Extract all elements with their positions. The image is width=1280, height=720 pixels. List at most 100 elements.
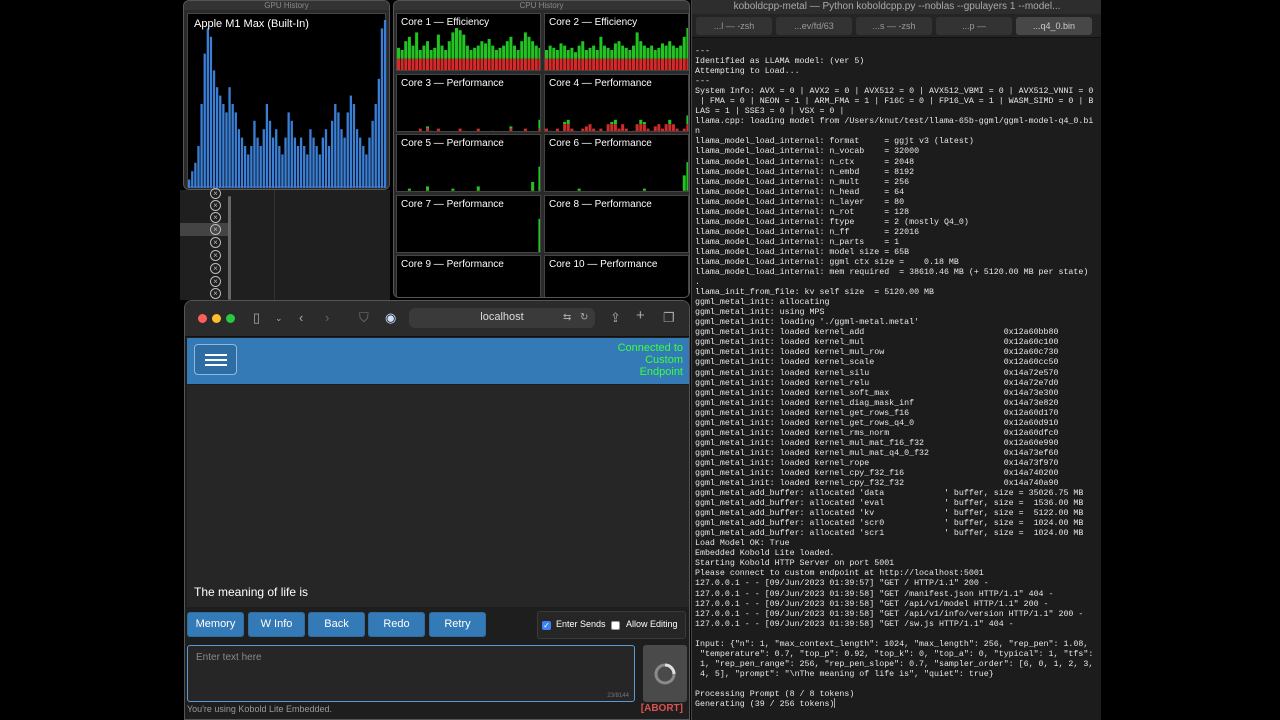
- gpu-usage-bar: [231, 104, 234, 188]
- zoom-window-button[interactable]: [226, 314, 235, 323]
- extension-icon[interactable]: ◉: [385, 310, 396, 326]
- world-info-button[interactable]: W Info: [248, 612, 305, 637]
- prompt-input[interactable]: [196, 652, 616, 696]
- terminal-line: ggml_metal_init: loaded kernel_relu 0x14…: [695, 378, 1059, 388]
- back-nav-icon[interactable]: ‹: [299, 310, 303, 326]
- cpu-system-bar: [570, 128, 574, 131]
- story-area[interactable]: The meaning of life is: [187, 385, 689, 607]
- terminal-output[interactable]: --- Identified as LLAMA model: (ver 5) Att…: [695, 47, 1099, 710]
- terminal-tab[interactable]: ...p —: [936, 17, 1012, 35]
- allow-editing-checkbox[interactable]: [611, 621, 620, 630]
- cpu-system-bar: [621, 123, 625, 131]
- sidebar-icon[interactable]: ▯: [253, 310, 260, 326]
- cpu-user-bar: [606, 47, 610, 59]
- abort-link[interactable]: [ABORT]: [641, 703, 683, 714]
- close-circle-icon[interactable]: ×: [210, 212, 221, 223]
- redo-button[interactable]: Redo: [368, 612, 425, 637]
- gpu-usage-bar: [278, 146, 281, 188]
- translate-icon[interactable]: ⇆: [563, 310, 571, 326]
- enter-sends-checkbox[interactable]: ✓: [542, 621, 551, 630]
- gpu-usage-bar: [287, 112, 290, 188]
- terminal-tab[interactable]: ...q4_0.bin: [1016, 17, 1092, 35]
- close-circle-icon[interactable]: ×: [210, 224, 221, 235]
- memory-button[interactable]: Memory: [187, 612, 244, 637]
- cpu-user-bar: [480, 41, 484, 59]
- cpu-user-bar: [502, 45, 506, 59]
- terminal-line: n: [695, 127, 700, 137]
- close-circle-icon[interactable]: ×: [210, 276, 221, 287]
- cpu-system-bar: [476, 58, 480, 70]
- close-window-button[interactable]: [198, 314, 207, 323]
- terminal-line: llama_model_load_internal: format = ggjt…: [695, 137, 974, 147]
- hamburger-menu-button[interactable]: [194, 344, 237, 375]
- terminal-line: 127.0.0.1 - - [09/Jun/2023 01:39:57] "GE…: [695, 579, 989, 589]
- cpu-user-bar: [559, 43, 563, 59]
- browser-window[interactable]: ▯ ⌄ ‹ › ⛉ ◉ localhost ⇆ ↻ ⇪ + ❐ Connecte…: [184, 300, 690, 720]
- gpu-usage-bar: [234, 112, 237, 188]
- terminal-line: 127.0.0.1 - - [09/Jun/2023 01:39:58] "GE…: [695, 619, 1014, 629]
- terminal-line: llama_model_load_internal: n_ctx = 2048: [695, 157, 915, 167]
- reload-icon[interactable]: ↻: [580, 310, 588, 326]
- cpu-system-bar: [555, 58, 559, 70]
- cpu-system-bar: [610, 58, 614, 70]
- close-circle-icon[interactable]: ×: [210, 237, 221, 248]
- cpu-system-bar: [682, 190, 686, 191]
- gpu-history-title: GPU History: [184, 1, 389, 10]
- cpu-history-window[interactable]: CPU History Core 1 — Efficiency Core 2 — …: [393, 0, 690, 298]
- gpu-history-window[interactable]: GPU History Apple M1 Max (Built-In): [183, 0, 390, 190]
- kobold-topbar: Connected to Custom Endpoint: [187, 338, 689, 384]
- cpu-system-bar: [458, 128, 462, 131]
- gpu-usage-bar: [225, 112, 228, 188]
- close-circle-icon[interactable]: ×: [210, 263, 221, 274]
- cpu-core-tile: Core 3 — Performance: [396, 73, 541, 132]
- gpu-usage-bar: [237, 129, 241, 188]
- gpu-usage-bar: [374, 104, 377, 188]
- cpu-system-bar: [642, 190, 646, 191]
- cpu-core-label: Core 2 — Efficiency: [549, 17, 638, 28]
- terminal-line: ggml_metal_init: loaded kernel_mul 0x12a…: [695, 338, 1059, 348]
- terminal-window[interactable]: koboldcpp-metal — Python koboldcpp.py --…: [691, 0, 1101, 720]
- new-tab-icon[interactable]: +: [636, 308, 645, 324]
- cpu-system-bar: [581, 128, 585, 131]
- back-button[interactable]: Back: [308, 612, 365, 637]
- gpu-usage-bar: [355, 129, 359, 188]
- cpu-system-bar: [653, 125, 657, 131]
- share-icon[interactable]: ⇪: [610, 310, 621, 326]
- submit-button[interactable]: [643, 645, 687, 702]
- close-circle-icon[interactable]: ×: [210, 200, 221, 211]
- scrollbar[interactable]: [228, 196, 231, 300]
- gpu-usage-bar: [222, 104, 225, 188]
- cpu-system-bar: [566, 58, 570, 70]
- cpu-system-bar: [555, 128, 559, 131]
- gpu-usage-bar: [212, 70, 216, 188]
- shield-icon[interactable]: ⛉: [359, 310, 369, 326]
- close-circle-icon[interactable]: ×: [210, 188, 221, 199]
- tabs-overview-icon[interactable]: ❐: [663, 310, 675, 326]
- gpu-usage-bar: [352, 104, 356, 188]
- close-circle-icon[interactable]: ×: [210, 288, 221, 299]
- gpu-usage-bar: [309, 129, 312, 188]
- forward-nav-icon[interactable]: ›: [325, 310, 329, 326]
- cpu-user-bar: [595, 50, 599, 59]
- cpu-system-bar: [407, 190, 411, 191]
- cpu-system-bar: [487, 58, 491, 70]
- cpu-system-bar: [400, 58, 404, 70]
- cursor-icon: ▏: [834, 700, 840, 710]
- address-bar[interactable]: localhost ⇆ ↻: [409, 308, 595, 328]
- cpu-system-bar: [668, 123, 672, 131]
- cpu-system-bar: [534, 58, 538, 70]
- cpu-system-bar: [639, 58, 643, 70]
- terminal-tab[interactable]: ...l — -zsh: [696, 17, 772, 35]
- cpu-system-bar: [422, 58, 426, 70]
- cpu-system-bar: [433, 58, 437, 70]
- terminal-tab[interactable]: ...s — -zsh: [856, 17, 932, 35]
- chevron-down-icon[interactable]: ⌄: [275, 310, 283, 326]
- close-circle-icon[interactable]: ×: [210, 250, 221, 261]
- cpu-system-bar: [480, 58, 484, 70]
- cpu-user-bar: [653, 50, 657, 59]
- retry-button[interactable]: Retry: [429, 612, 486, 637]
- minimize-window-button[interactable]: [212, 314, 221, 323]
- cpu-user-bar: [675, 47, 679, 59]
- terminal-line: ggml_metal_init: loaded kernel_scale 0x1…: [695, 358, 1059, 368]
- terminal-tab[interactable]: ...ev/fd/63: [776, 17, 852, 35]
